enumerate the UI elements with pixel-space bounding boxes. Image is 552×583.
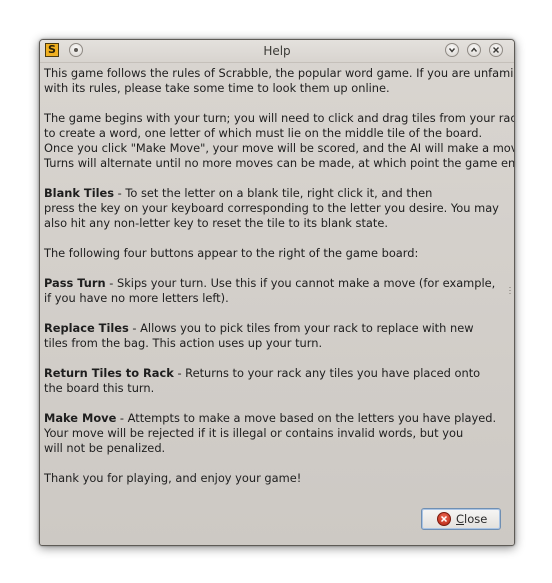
pass-turn-line-1: Pass Turn - Skips your turn. Use this if… [44,276,510,291]
gameplay-paragraph: The game begins with your turn; you will… [44,111,515,171]
window-close-button[interactable] [489,43,503,57]
gameplay-line-1: The game begins with your turn; you will… [44,111,515,125]
blank-tiles-line-2: press the key on your keyboard correspon… [44,201,499,215]
close-button[interactable]: Close [421,508,501,530]
help-text: This game follows the rules of Scrabble,… [44,66,515,501]
window-title: Help [263,44,291,58]
blank-tiles-text: - To set the letter on a blank tile, rig… [114,186,433,200]
pass-turn-heading: Pass Turn [44,276,106,290]
title-bar[interactable]: S Help [40,40,514,63]
chevron-up-icon [470,47,478,52]
close-circle-icon [437,512,451,526]
blank-tiles-paragraph: Blank Tiles - To set the letter on a bla… [44,186,510,231]
buttons-intro-line: The following four buttons appear to the… [44,246,419,260]
pass-turn-line-2: if you have no more letters left). [44,291,229,305]
replace-tiles-line-1: Replace Tiles - Allows you to pick tiles… [44,321,510,336]
close-x-icon [493,47,499,53]
maximize-button[interactable] [467,43,481,57]
outro-paragraph: Thank you for playing, and enjoy your ga… [44,471,510,486]
outro-line: Thank you for playing, and enjoy your ga… [44,471,302,485]
make-move-line-2: Your move will be rejected if it is ille… [44,426,464,440]
minimize-button[interactable] [445,43,459,57]
gameplay-line-2: to create a word, one letter of which mu… [44,126,483,140]
make-move-paragraph: Make Move - Attempts to make a move base… [44,411,510,456]
replace-tiles-line-2: tiles from the bag. This action uses up … [44,336,323,350]
make-move-text: - Attempts to make a move based on the l… [116,411,497,425]
replace-tiles-heading: Replace Tiles [44,321,129,335]
intro-paragraph: This game follows the rules of Scrabble,… [44,66,515,96]
return-tiles-line-2: the board this turn. [44,381,155,395]
replace-tiles-text: - Allows you to pick tiles from your rac… [128,321,474,335]
pass-turn-text: - Skips your turn. Use this if you canno… [105,276,496,290]
return-tiles-heading: Return Tiles to Rack [44,366,174,380]
blank-tiles-line-3: also hit any non-letter key to reset the… [44,216,388,230]
splitter-grip-icon[interactable] [509,287,511,296]
close-button-mnemonic: C [456,512,465,526]
make-move-heading: Make Move [44,411,117,425]
intro-line-2: with its rules, please take some time to… [44,81,390,95]
make-move-line-1: Make Move - Attempts to make a move base… [44,411,510,426]
close-button-label: lose [464,512,488,526]
blank-tiles-line-1: Blank Tiles - To set the letter on a bla… [44,186,510,201]
blank-tiles-heading: Blank Tiles [44,186,115,200]
window-menu-icon[interactable] [69,43,83,57]
buttons-intro-paragraph: The following four buttons appear to the… [44,246,510,261]
help-dialog: S Help This game follows the rules of Sc… [39,39,515,546]
pass-turn-paragraph: Pass Turn - Skips your turn. Use this if… [44,276,510,306]
scrabble-app-icon[interactable]: S [45,43,59,57]
gameplay-line-4: Turns will alternate until no more moves… [44,156,515,170]
return-tiles-paragraph: Return Tiles to Rack - Returns to your r… [44,366,510,396]
return-tiles-text: - Returns to your rack any tiles you hav… [173,366,481,380]
chevron-down-icon [448,48,456,53]
replace-tiles-paragraph: Replace Tiles - Allows you to pick tiles… [44,321,510,351]
make-move-line-3: will not be penalized. [44,441,166,455]
return-tiles-line-1: Return Tiles to Rack - Returns to your r… [44,366,510,381]
intro-line-1: This game follows the rules of Scrabble,… [44,66,515,80]
gameplay-line-3: Once you click "Make Move", your move wi… [44,141,515,155]
